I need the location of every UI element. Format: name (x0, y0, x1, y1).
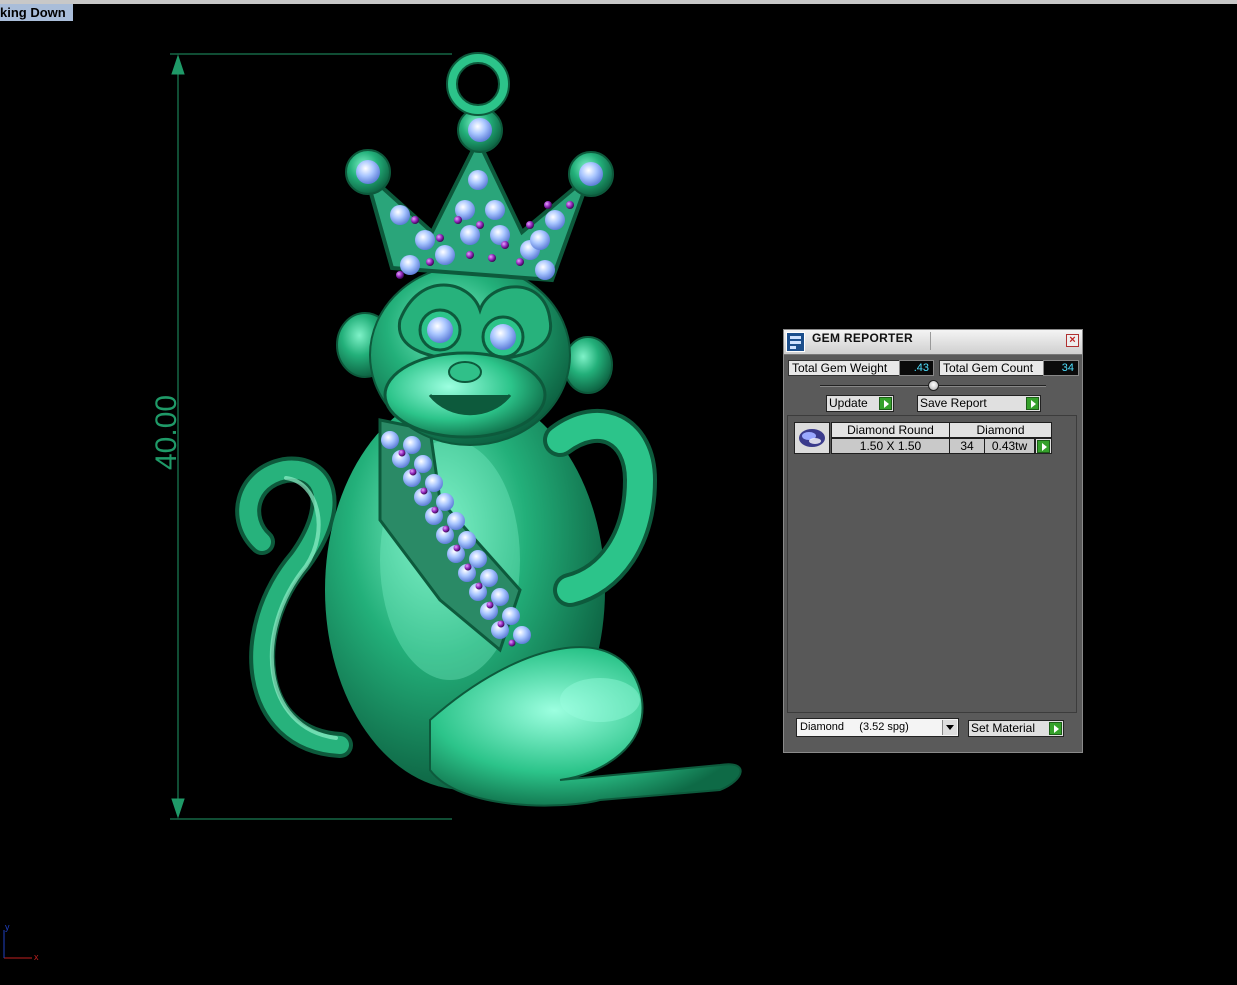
gem-bead (398, 449, 406, 457)
table-header-shape: Diamond Round (831, 422, 950, 438)
gem-bead (396, 271, 404, 279)
gem-bead (508, 639, 516, 647)
gem-bead (436, 234, 444, 242)
save-report-label: Save Report (920, 396, 987, 410)
title-divider (930, 332, 931, 350)
gem-bead (464, 563, 472, 571)
material-select-value: Diamond (3.52 spg) (800, 721, 909, 733)
set-material-button[interactable]: Set Material (968, 720, 1064, 737)
gem-stone (469, 550, 487, 568)
gem-reporter-logo-icon (786, 332, 805, 352)
gem-stone (436, 493, 454, 511)
monkey-ear-right (563, 336, 613, 394)
dimension-label: 40.00 (150, 395, 183, 470)
table-cell-weight: 0.43tw (984, 438, 1035, 454)
set-material-label: Set Material (971, 721, 1036, 735)
gem-bead (501, 241, 509, 249)
gem-stone (530, 230, 550, 250)
gem-bead (431, 506, 439, 514)
gem-bead (409, 468, 417, 476)
gem-bead (475, 582, 483, 590)
gem-bead (488, 254, 496, 262)
gem-bead (426, 258, 434, 266)
gem-stone (502, 607, 520, 625)
gem-stone (545, 210, 565, 230)
gem-stone (447, 512, 465, 530)
gem-thumbnail[interactable] (794, 422, 830, 454)
gem-bead (566, 201, 574, 209)
total-gem-count-value: 34 (1043, 360, 1079, 376)
gem-stone (414, 455, 432, 473)
update-button-label: Update (829, 396, 868, 410)
play-arrow-icon (1026, 397, 1039, 410)
gem-bead (420, 487, 428, 495)
table-cell-size: 1.50 X 1.50 (831, 438, 950, 454)
update-button[interactable]: Update (826, 395, 894, 412)
gem-bead (526, 221, 534, 229)
row-go-button[interactable] (1035, 438, 1052, 454)
gem-stone (435, 245, 455, 265)
table-cell-count: 34 (949, 438, 985, 454)
gem-bead (486, 601, 494, 609)
play-arrow-icon (879, 397, 892, 410)
gem-bead (454, 216, 462, 224)
panel-title: GEM REPORTER (812, 331, 913, 345)
svg-text:y: y (5, 922, 10, 932)
panel-titlebar[interactable]: GEM REPORTER × (784, 330, 1082, 355)
gem-stone (415, 230, 435, 250)
gem-stone (485, 200, 505, 220)
material-select[interactable]: Diamond (3.52 spg) (796, 718, 959, 737)
table-header-material: Diamond (949, 422, 1052, 438)
gem-list: Diamond Round Diamond 1.50 X 1.50 34 0.4… (787, 415, 1077, 713)
save-report-button[interactable]: Save Report (917, 395, 1041, 412)
play-arrow-icon (1049, 722, 1062, 735)
chevron-down-icon[interactable] (942, 720, 957, 735)
gem-stone (480, 569, 498, 587)
panel-slider-handle[interactable] (928, 380, 939, 391)
gem-reporter-panel: GEM REPORTER × Total Gem Weight .43 Tota… (783, 329, 1083, 753)
gem-bead (442, 525, 450, 533)
gem-bead (466, 251, 474, 259)
gem-stone (403, 436, 421, 454)
gem-bead (411, 216, 419, 224)
gem-bead (497, 620, 505, 628)
gem-stone (513, 626, 531, 644)
axis-indicator: x y (3, 922, 39, 962)
gem-stone (491, 588, 509, 606)
gem-stone (458, 531, 476, 549)
close-button[interactable]: × (1066, 334, 1079, 347)
gem-bead (453, 544, 461, 552)
diamond-round-icon (799, 429, 825, 447)
gem-stone (381, 431, 399, 449)
total-gem-weight-value: .43 (899, 360, 934, 376)
gem-stone (468, 170, 488, 190)
gem-stone (390, 205, 410, 225)
gem-stone (400, 255, 420, 275)
gem-bead (476, 221, 484, 229)
play-arrow-icon (1037, 440, 1050, 453)
gem-stone (425, 474, 443, 492)
gem-stone (535, 260, 555, 280)
gem-bead (516, 258, 524, 266)
svg-text:x: x (34, 952, 39, 962)
gem-stone (460, 225, 480, 245)
gem-bead (544, 201, 552, 209)
